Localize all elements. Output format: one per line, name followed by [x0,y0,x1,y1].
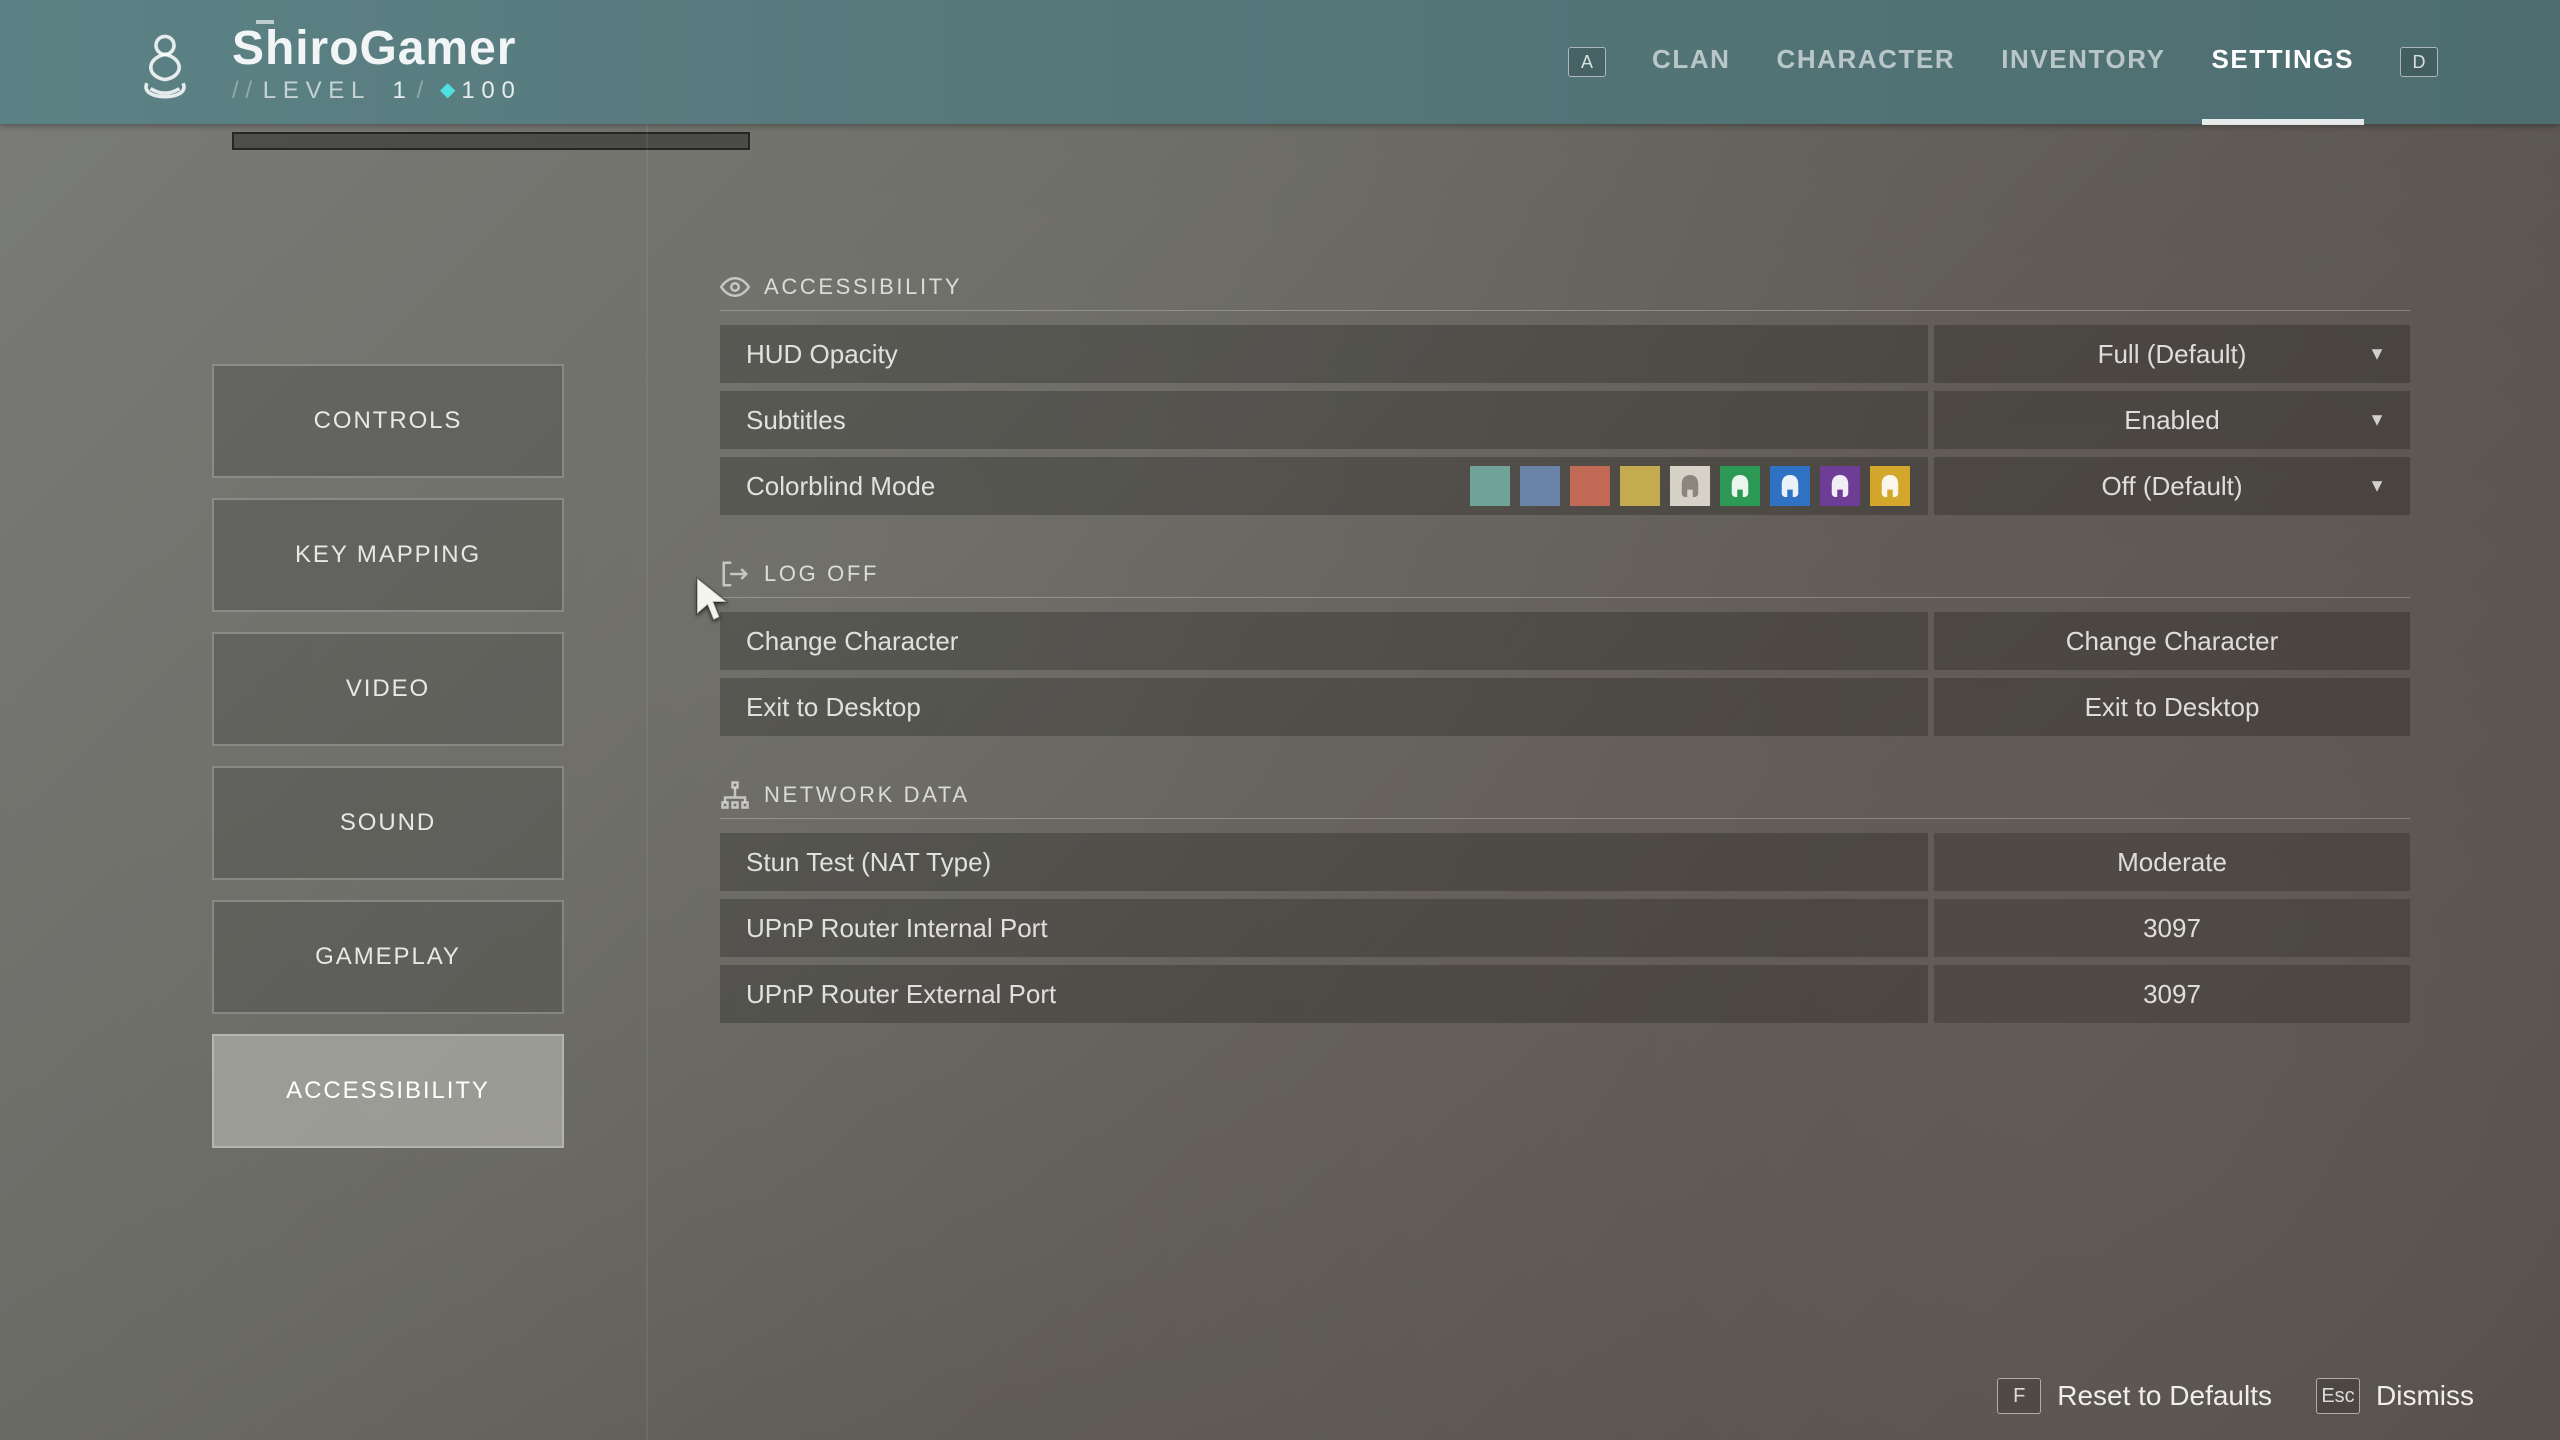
helmet-swatch [1870,466,1910,506]
button-change-character[interactable]: Change Character [1934,612,2410,670]
top-bar: ShiroGamer // LEVEL 1 / ◆ 100 A CLAN CHA… [0,0,2560,124]
eye-icon [720,272,750,302]
sidebar-item-gameplay[interactable]: GAMEPLAY [212,900,564,1014]
colorblind-swatches [1470,466,1910,506]
button-exit-desktop[interactable]: Exit to Desktop [1934,678,2410,736]
helmet-swatch [1670,466,1710,506]
label-colorblind-text: Colorblind Mode [746,471,935,502]
value-hud-opacity: Full (Default) [2098,339,2247,370]
label-stun: Stun Test (NAT Type) [720,833,1928,891]
sidebar-item-accessibility[interactable]: ACCESSIBILITY [212,1034,564,1148]
footer: F Reset to Defaults Esc Dismiss [1997,1378,2474,1414]
nav-inventory[interactable]: INVENTORY [2001,44,2165,81]
row-hud-opacity: HUD Opacity Full (Default) ▼ [720,325,2410,383]
color-swatch [1470,466,1510,506]
section-head-network: NETWORK DATA [720,772,2410,819]
settings-sidebar: CONTROLS KEY MAPPING VIDEO SOUND GAMEPLA… [212,364,564,1148]
sidebar-item-key-mapping[interactable]: KEY MAPPING [212,498,564,612]
label-exit-desktop: Exit to Desktop [720,678,1928,736]
select-subtitles[interactable]: Enabled ▼ [1934,391,2410,449]
row-upnp-internal: UPnP Router Internal Port 3097 [720,899,2410,957]
label-subtitles: Subtitles [720,391,1928,449]
label-reset-defaults: Reset to Defaults [2057,1380,2272,1412]
label-upnp-internal: UPnP Router Internal Port [720,899,1928,957]
light-value: 100 [461,77,521,105]
nav-settings[interactable]: SETTINGS [2212,44,2355,81]
nav-key-right[interactable]: D [2400,47,2438,77]
row-stun: Stun Test (NAT Type) Moderate [720,833,2410,891]
label-upnp-external: UPnP Router External Port [720,965,1928,1023]
row-exit-desktop: Exit to Desktop Exit to Desktop [720,678,2410,736]
select-hud-opacity[interactable]: Full (Default) ▼ [1934,325,2410,383]
nav-clan[interactable]: CLAN [1652,44,1730,81]
section-title-accessibility: ACCESSIBILITY [764,274,962,300]
label-dismiss: Dismiss [2376,1380,2474,1412]
button-dismiss[interactable]: Esc Dismiss [2316,1378,2474,1414]
label-change-character: Change Character [720,612,1928,670]
section-head-accessibility: ACCESSIBILITY [720,264,2410,311]
top-nav: A CLAN CHARACTER INVENTORY SETTINGS D [1568,0,2438,124]
value-upnp-external: 3097 [1934,965,2410,1023]
sidebar-item-sound[interactable]: SOUND [212,766,564,880]
label-hud-opacity: HUD Opacity [720,325,1928,383]
level-value: 1 [393,77,413,105]
key-hint-dismiss: Esc [2316,1378,2360,1414]
value-subtitles: Enabled [2124,405,2219,436]
color-swatch [1520,466,1560,506]
label-colorblind: Colorblind Mode [720,457,1928,515]
light-icon: ◆ [440,77,455,102]
mouse-cursor-icon [692,575,732,628]
helmet-swatch [1820,466,1860,506]
level-label: LEVEL [263,77,371,105]
vertical-divider [646,124,648,1440]
network-icon [720,780,750,810]
row-subtitles: Subtitles Enabled ▼ [720,391,2410,449]
helmet-swatch [1720,466,1760,506]
sidebar-item-controls[interactable]: CONTROLS [212,364,564,478]
select-colorblind[interactable]: Off (Default) ▼ [1934,457,2410,515]
xp-bar [232,132,750,150]
nav-character[interactable]: CHARACTER [1777,44,1956,81]
chevron-down-icon: ▼ [2368,410,2386,431]
row-upnp-external: UPnP Router External Port 3097 [720,965,2410,1023]
button-reset-defaults[interactable]: F Reset to Defaults [1997,1378,2272,1414]
emblem-decor [256,20,274,24]
nav-key-left[interactable]: A [1568,47,1606,77]
section-title-network: NETWORK DATA [764,782,970,808]
player-emblem-icon [118,20,212,114]
value-stun: Moderate [1934,833,2410,891]
player-name: ShiroGamer [232,25,522,73]
player-info: ShiroGamer // LEVEL 1 / ◆ 100 [232,25,522,105]
sidebar-item-video[interactable]: VIDEO [212,632,564,746]
row-change-character: Change Character Change Character [720,612,2410,670]
color-swatch [1620,466,1660,506]
section-head-logoff: LOG OFF [720,551,2410,598]
settings-content: ACCESSIBILITY HUD Opacity Full (Default)… [720,264,2410,1031]
chevron-down-icon: ▼ [2368,476,2386,497]
chevron-down-icon: ▼ [2368,344,2386,365]
section-title-logoff: LOG OFF [764,561,879,587]
helmet-swatch [1770,466,1810,506]
value-colorblind: Off (Default) [2101,471,2242,502]
value-upnp-internal: 3097 [1934,899,2410,957]
row-colorblind: Colorblind Mode Off (Default) ▼ [720,457,2410,515]
player-level-line: // LEVEL 1 / ◆ 100 [232,77,522,105]
key-hint-reset: F [1997,1378,2041,1414]
color-swatch [1570,466,1610,506]
